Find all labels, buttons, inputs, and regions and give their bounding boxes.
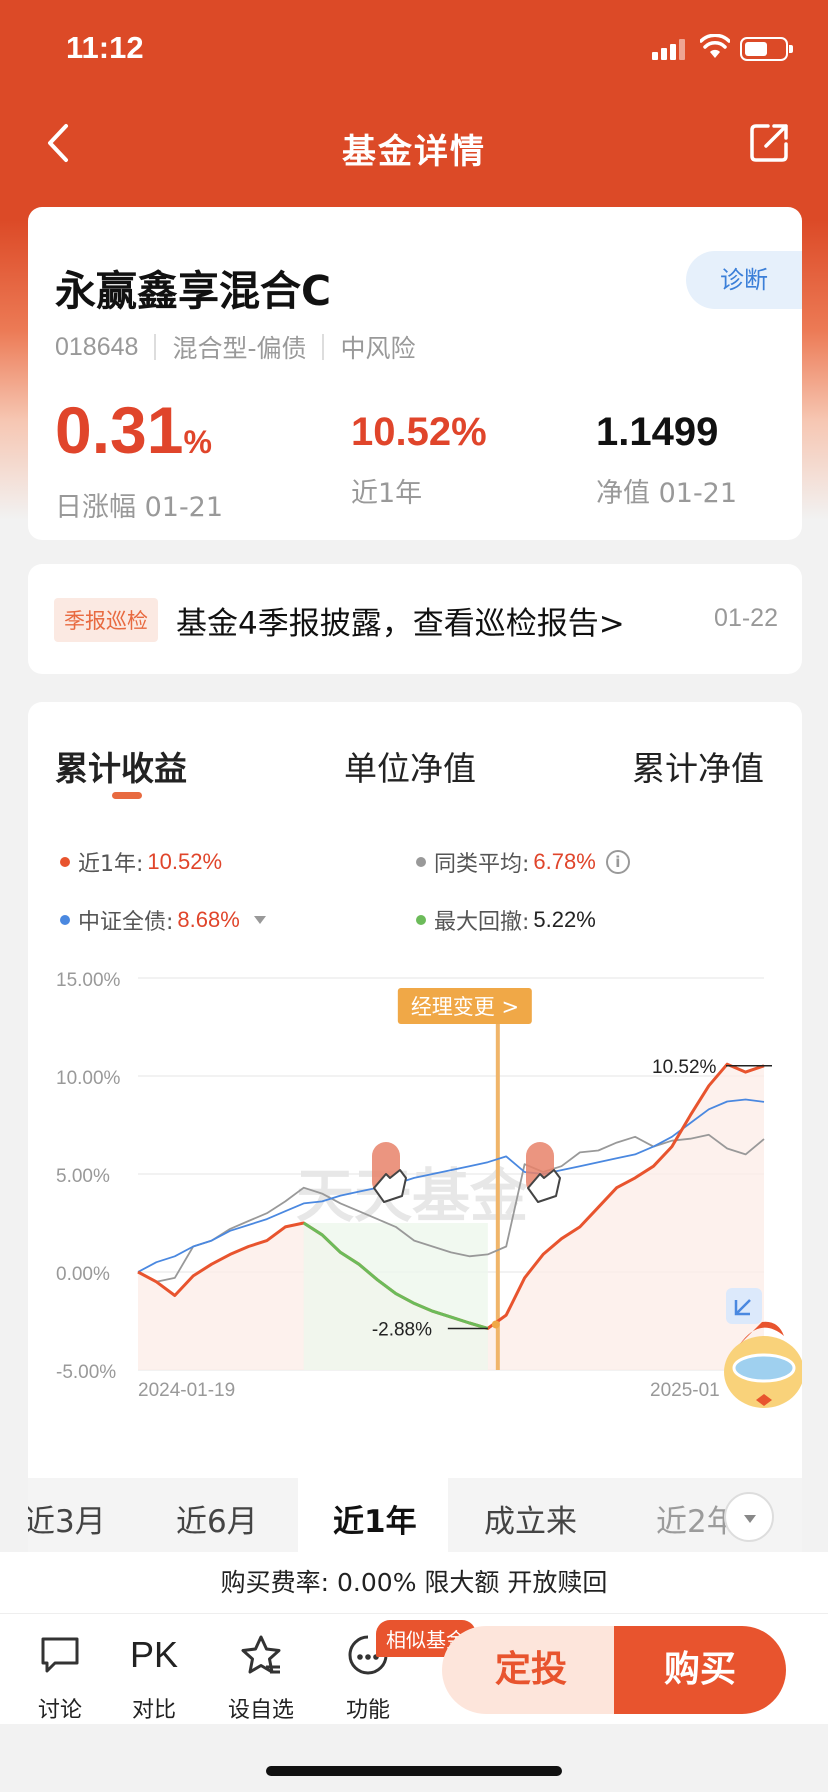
x-tick-label: 2024-01-19 xyxy=(138,1380,235,1401)
legend-fund-name: 近1年: xyxy=(78,852,144,877)
notice-text[interactable]: 基金4季报披露，查看巡检报告> xyxy=(176,598,625,643)
y-tick-label: 10.00% xyxy=(56,1068,121,1089)
watchlist-button[interactable]: 设自选 xyxy=(221,1632,301,1724)
daily-change-label: 日涨幅 01-21 xyxy=(55,492,224,523)
y-tick-label: 5.00% xyxy=(56,1166,110,1187)
legend-index-name: 中证全债: xyxy=(78,910,174,935)
share-icon[interactable] xyxy=(746,118,794,166)
star-icon xyxy=(241,1635,281,1674)
notice-tag: 季报巡检 xyxy=(54,598,158,642)
home-indicator xyxy=(266,1766,562,1776)
legend-drawdown: 最大回撤: 5.22% xyxy=(416,904,596,936)
pk-icon: PK xyxy=(129,1634,179,1675)
diagnose-button[interactable]: 诊断 xyxy=(686,251,802,309)
legend-fund: 近1年: 10.52% xyxy=(60,846,222,878)
divider xyxy=(322,334,325,360)
return-chart[interactable]: 15.00% 10.00% 5.00% 0.00% -5.00% 天天基金 经理变更 > 10… xyxy=(28,948,802,1478)
dropdown-caret-icon[interactable] xyxy=(253,916,266,924)
fund-risk: 中风险 xyxy=(340,334,416,363)
range-more-button[interactable] xyxy=(724,1492,774,1542)
nav-label: 净值 01-21 xyxy=(596,478,738,509)
legend-drawdown-value: 5.22% xyxy=(533,907,596,932)
compare-button[interactable]: PK 对比 xyxy=(114,1632,194,1724)
legend-dot xyxy=(60,915,70,925)
watermark: 天天基金 xyxy=(296,1162,529,1230)
legend-peer-value: 6.78% xyxy=(533,849,596,874)
max-label: 10.52% xyxy=(652,1057,717,1078)
notice-date: 01-22 xyxy=(714,604,778,632)
status-time: 11:12 xyxy=(66,30,144,65)
legend-index-value: 8.68% xyxy=(177,907,240,932)
y-tick-label: 0.00% xyxy=(56,1264,110,1285)
manager-change-label: 经理变更 > xyxy=(411,995,519,1019)
fund-meta: 018648 混合型-偏债 中风险 xyxy=(55,329,415,365)
year-return-label: 近1年 xyxy=(351,478,423,509)
buy-button[interactable]: 购买 xyxy=(614,1626,786,1714)
min-point xyxy=(491,1320,500,1329)
home-indicator-area xyxy=(0,1724,828,1792)
compare-label: 对比 xyxy=(131,1698,176,1723)
watchlist-label: 设自选 xyxy=(227,1698,294,1723)
y-tick-label: 15.00% xyxy=(56,970,121,991)
x-tick-label: 2025-01 xyxy=(650,1380,720,1401)
invest-plan-button[interactable]: 定投 xyxy=(442,1626,620,1714)
tab-cumulative-nav[interactable]: 累计净值 xyxy=(632,742,764,790)
legend-dot xyxy=(60,857,70,867)
nav-bar: 基金详情 xyxy=(0,96,828,192)
daily-change-stat: 0.31% 日涨幅 01-21 xyxy=(55,397,223,524)
min-label: -2.88% xyxy=(372,1319,432,1340)
legend-peer-name: 同类平均: xyxy=(434,852,530,877)
range-6m[interactable]: 近6月 xyxy=(176,1496,258,1541)
wifi-icon xyxy=(700,34,730,58)
y-tick-label: -5.00% xyxy=(56,1362,116,1383)
battery-icon xyxy=(740,37,793,61)
signal-icon xyxy=(652,38,688,60)
function-label: 功能 xyxy=(345,1698,390,1723)
tab-underline xyxy=(112,792,142,799)
fund-name: 永赢鑫享混合C xyxy=(55,267,332,315)
tab-unit-nav[interactable]: 单位净值 xyxy=(344,742,476,790)
legend-dot xyxy=(416,857,426,867)
mascot-goggles xyxy=(732,1353,796,1383)
chart-tabs: 累计收益 单位净值 累计净值 xyxy=(28,742,802,792)
legend-peer: 同类平均: 6.78% i xyxy=(416,846,630,878)
nav-stat: 1.1499 净值 01-21 xyxy=(596,407,737,510)
divider xyxy=(154,334,157,360)
range-3m[interactable]: 近3月 xyxy=(28,1496,106,1541)
fund-summary-card: 永赢鑫享混合C 诊断 018648 混合型-偏债 中风险 0.31% 日涨幅 0… xyxy=(28,207,802,540)
status-bar: 11:12 xyxy=(0,0,828,96)
year-return-stat: 10.52% 近1年 xyxy=(351,407,487,510)
chat-icon xyxy=(41,1637,79,1673)
bottom-toolbar: 讨论 PK 对比 设自选 功能 相似基金 定投 购买 xyxy=(0,1614,828,1724)
discuss-button[interactable]: 讨论 xyxy=(20,1632,100,1724)
legend-index[interactable]: 中证全债: 8.68% xyxy=(60,904,266,936)
tab-cumulative-return[interactable]: 累计收益 xyxy=(55,742,187,790)
fee-info: 购买费率: 0.00% 限大额 开放赎回 xyxy=(0,1552,828,1614)
fund-code: 018648 xyxy=(55,332,139,361)
legend-dot xyxy=(416,915,426,925)
legend-fund-value: 10.52% xyxy=(147,849,223,874)
range-selector: 近3月 近6月 近1年 成立来 近2年 xyxy=(28,1478,802,1552)
notice-card[interactable]: 季报巡检 基金4季报披露，查看巡检报告> 01-22 xyxy=(28,564,802,674)
info-icon[interactable]: i xyxy=(605,850,630,874)
range-1y[interactable]: 近1年 xyxy=(333,1496,417,1541)
fund-type: 混合型-偏债 xyxy=(172,334,307,363)
year-return-value: 10.52% xyxy=(351,410,487,454)
daily-change-value: 0.31 xyxy=(55,393,184,467)
page-title: 基金详情 xyxy=(342,132,486,172)
nav-value: 1.1499 xyxy=(596,410,719,454)
daily-change-unit: % xyxy=(183,424,212,460)
discuss-label: 讨论 xyxy=(37,1698,82,1723)
legend-drawdown-name: 最大回撤: xyxy=(434,910,530,935)
range-since-inception[interactable]: 成立来 xyxy=(484,1496,577,1541)
